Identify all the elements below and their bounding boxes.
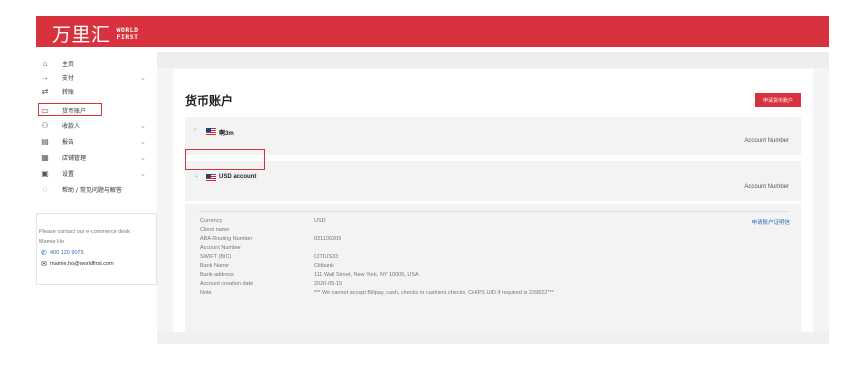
us-flag-icon	[206, 174, 216, 181]
chevron-down-icon: ⌄	[194, 173, 200, 179]
chevron-down-icon: ⌄	[140, 122, 146, 130]
contact-intro: Please contact our e-commerce desk:	[39, 229, 132, 235]
contact-email: mamie.ho@worldfirst.com	[50, 260, 114, 267]
phone-icon: ✆	[41, 249, 47, 257]
contact-name: Mamie Ho	[39, 239, 65, 245]
account-name: 啊3m	[219, 131, 234, 137]
account-header[interactable]: ⌄ USD account Account Number	[185, 161, 801, 201]
sidebar-item-reports[interactable]: ▤ 报告 ⌄	[36, 135, 156, 148]
settings-icon: ▣	[41, 169, 49, 178]
highlight-box-currency-accounts	[38, 103, 102, 116]
home-icon: ⌂	[42, 59, 48, 68]
currency-accounts-panel: 货币账户 申请货币账户 › 啊3m Account Number ⌄ USD a…	[173, 69, 813, 344]
sidebar-item-label: 店铺管理	[62, 155, 87, 162]
contact-card: Please contact our e-commerce desk: Mami…	[36, 213, 157, 285]
chevron-down-icon: ⌄	[140, 154, 146, 162]
report-icon: ▤	[41, 137, 49, 146]
account-number-label: Account Number	[744, 138, 789, 144]
detail-row: Bank Name Citibank	[200, 263, 334, 269]
main-content: 货币账户 申请货币账户 › 啊3m Account Number ⌄ USD a…	[157, 52, 829, 344]
chevron-down-icon: ⌄	[140, 74, 146, 82]
sidebar-item-label: 报告	[62, 139, 75, 146]
detail-row: Note *** We cannot accept Billpay, cash,…	[200, 290, 554, 296]
detail-row: Account Number	[200, 245, 241, 251]
sidebar-item-label: 帮助 / 常见问题与解答	[62, 187, 122, 194]
sidebar-item-label: 转账	[62, 89, 75, 96]
account-row-expanded: ⌄ USD account Account Number Currency US…	[185, 161, 801, 344]
detail-row: Currency USD 申请账户证明信	[200, 218, 790, 226]
sidebar-item-label: 主页	[62, 61, 75, 68]
divider	[199, 211, 789, 212]
bottom-strip	[157, 332, 829, 344]
contact-phone-row[interactable]: ✆ 400 120 9075	[41, 247, 156, 258]
logo-english-text: WORLD FIRST	[116, 25, 139, 41]
sidebar-item-store-management[interactable]: ▦ 店铺管理 ⌄	[36, 151, 156, 164]
sidebar-item-home[interactable]: ⌂ 主页	[36, 57, 156, 70]
sidebar-item-transfer[interactable]: ⇄ 转账	[36, 85, 156, 98]
arrow-right-icon: →	[41, 73, 49, 82]
logo-chinese-text: 万里汇	[52, 24, 111, 46]
account-number-label: Account Number	[744, 184, 789, 190]
chevron-down-icon: ⌄	[140, 138, 146, 146]
detail-row: SWIFT (BIC) CITIUS33	[200, 254, 339, 260]
sidebar-nav: ⌂ 主页 → 支付 ⌄ ⇄ 转账 ▭ 货币账户 ⚇ 收款人 ⌄ ▤ 报告 ⌄ ▦…	[36, 52, 156, 342]
account-row-collapsed[interactable]: › 啊3m Account Number	[185, 117, 801, 155]
highlight-box-usd-account	[185, 149, 265, 170]
mail-icon: ✉	[41, 260, 47, 268]
main-top-strip	[157, 52, 829, 68]
sidebar-item-label: 设置	[62, 171, 75, 178]
request-account-proof-link[interactable]: 申请账户证明信	[751, 218, 790, 226]
detail-row: Bank address 111 Wall Street, New York, …	[200, 272, 419, 278]
us-flag-icon	[206, 128, 216, 135]
sidebar-item-label: 收款人	[62, 123, 81, 130]
worldfirst-logo[interactable]: 万里汇 WORLD FIRST	[52, 20, 139, 47]
detail-row: Account creation date 2020-05-15	[200, 281, 343, 287]
sidebar-item-settings[interactable]: ▣ 设置 ⌄	[36, 167, 156, 180]
contact-email-row[interactable]: ✉ mamie.ho@worldfirst.com	[41, 258, 156, 269]
detail-row: Client name	[200, 227, 230, 233]
contact-phone: 400 120 9075	[50, 249, 84, 256]
store-icon: ▦	[41, 153, 49, 162]
apply-currency-account-button[interactable]: 申请货币账户	[755, 93, 801, 107]
chevron-down-icon: ⌄	[140, 170, 146, 178]
sidebar-item-label: 支付	[62, 75, 75, 82]
chevron-right-icon: ›	[194, 127, 196, 133]
sidebar-item-payees[interactable]: ⚇ 收款人 ⌄	[36, 119, 156, 132]
users-icon: ⚇	[41, 121, 49, 130]
account-name: USD account	[219, 174, 257, 180]
sidebar-item-payments[interactable]: → 支付 ⌄	[36, 71, 156, 84]
sidebar-item-help[interactable]: ◌ 帮助 / 常见问题与解答	[36, 183, 156, 196]
help-icon: ◌	[42, 185, 48, 194]
account-details: Currency USD 申请账户证明信 Client name ABA Rou…	[185, 204, 801, 344]
page-title: 货币账户	[185, 94, 234, 108]
transfer-icon: ⇄	[41, 87, 49, 96]
top-bar: 万里汇 WORLD FIRST	[36, 16, 829, 47]
detail-row: ABA Routing Number 031100209	[200, 236, 342, 242]
